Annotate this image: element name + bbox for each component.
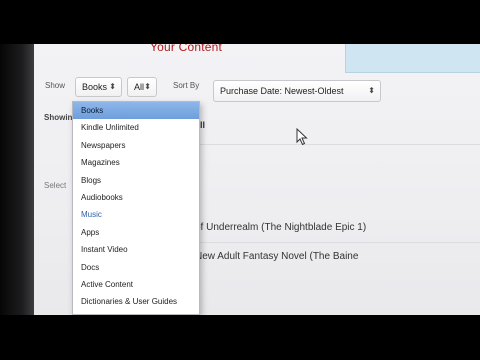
sort-by-label: Sort By <box>173 81 200 90</box>
mouse-pointer-icon <box>296 128 308 146</box>
dropdown-option-audiobooks[interactable]: Audiobooks <box>73 189 199 206</box>
dropdown-option-instant-video[interactable]: Instant Video <box>73 241 199 258</box>
subcategory-select[interactable]: All ⬍ <box>127 77 157 97</box>
chevron-updown-icon: ⬍ <box>109 82 116 91</box>
chevron-updown-icon: ⬍ <box>368 86 375 95</box>
category-dropdown-menu[interactable]: Books Kindle Unlimited Newspapers Magazi… <box>72 101 200 315</box>
info-banner <box>345 44 480 73</box>
page-title: Your Content <box>150 44 223 54</box>
sort-select[interactable]: Purchase Date: Newest-Oldest ⬍ <box>213 80 381 102</box>
dropdown-option-dictionaries[interactable]: Dictionaries & User Guides <box>73 293 199 310</box>
divider <box>200 144 480 145</box>
subcategory-select-value: All <box>134 82 145 92</box>
dropdown-option-docs[interactable]: Docs <box>73 259 199 276</box>
dropdown-option-newspapers[interactable]: Newspapers <box>73 137 199 154</box>
result-title-link[interactable]: of Underrealm (The Nightblade Epic 1) <box>195 222 366 233</box>
dropdown-option-blogs[interactable]: Blogs <box>73 172 199 189</box>
dropdown-option-active-content[interactable]: Active Content <box>73 276 199 293</box>
dropdown-option-magazines[interactable]: Magazines <box>73 154 199 171</box>
result-title-link[interactable]: New Adult Fantasy Novel (The Baine <box>195 251 358 262</box>
results-count-fragment: ll <box>200 120 206 130</box>
monitor-bezel <box>0 44 34 315</box>
dropdown-option-music[interactable]: Music <box>73 206 199 223</box>
divider <box>200 242 480 243</box>
dropdown-option-apps[interactable]: Apps <box>73 224 199 241</box>
video-letterbox-top <box>0 0 480 44</box>
dropdown-option-books[interactable]: Books <box>73 102 199 120</box>
video-letterbox-bottom <box>0 315 480 360</box>
category-select-value: Books <box>82 82 108 92</box>
category-select[interactable]: Books ⬍ <box>75 77 122 97</box>
monitor-screen: Your Content Show Books ⬍ All ⬍ Sort By … <box>0 44 480 315</box>
dropdown-option-kindle-unlimited[interactable]: Kindle Unlimited <box>73 119 199 136</box>
sort-select-value: Purchase Date: Newest-Oldest <box>220 86 344 96</box>
select-hint: Select <box>44 181 67 190</box>
chevron-updown-icon: ⬍ <box>144 82 151 91</box>
show-label: Show <box>45 81 66 90</box>
